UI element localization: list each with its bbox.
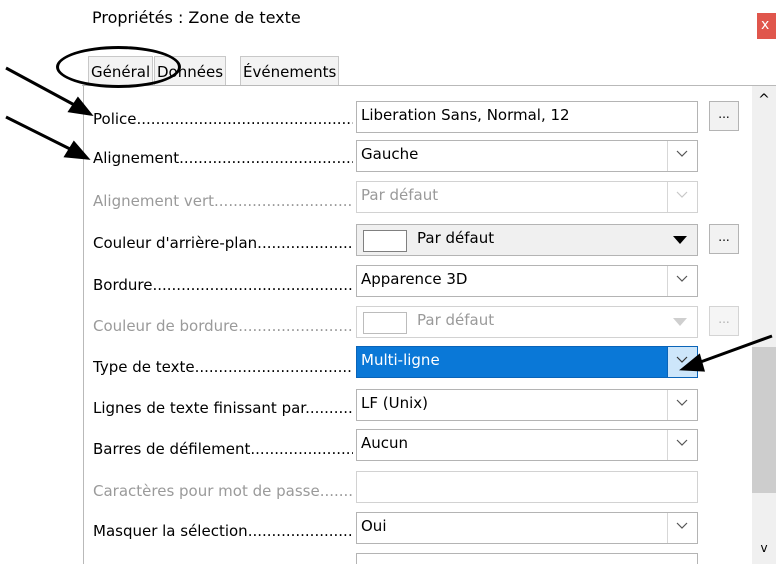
arrow-police-head bbox=[67, 96, 94, 117]
arrow-alignement-head bbox=[63, 140, 91, 160]
annotation-arrows bbox=[5, 66, 773, 372]
arrow-alignement-line bbox=[5, 115, 77, 154]
arrow-type-texte-line bbox=[694, 334, 773, 366]
arrow-police-line bbox=[5, 66, 81, 110]
arrow-type-texte-head bbox=[679, 353, 706, 372]
